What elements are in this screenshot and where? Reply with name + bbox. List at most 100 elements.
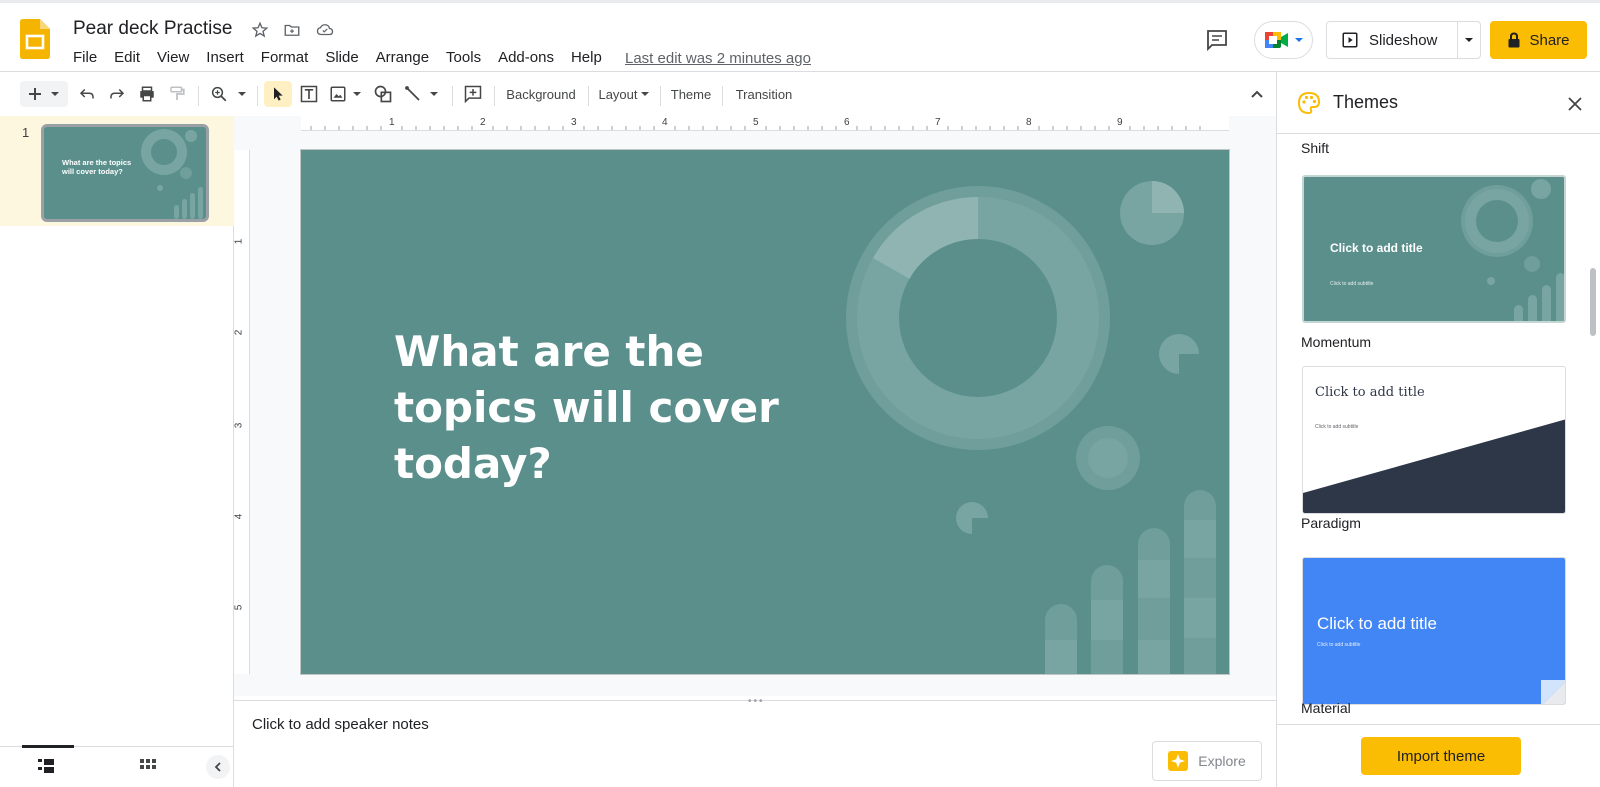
zoom-icon (211, 86, 227, 102)
ruler-label: 2 (480, 117, 486, 128)
vertical-ruler[interactable]: 1 2 3 4 5 (233, 150, 250, 674)
slide-canvas[interactable]: What are the topics will cover today? (301, 150, 1229, 674)
paint-format-icon[interactable] (164, 81, 190, 107)
share-button[interactable]: Share (1490, 21, 1587, 59)
menu-format[interactable]: Format (261, 49, 309, 66)
explore-button[interactable]: Explore (1152, 741, 1262, 781)
theme-card-material[interactable]: Click to add title Click to add subtitle (1302, 557, 1566, 705)
select-tool-icon[interactable] (264, 81, 292, 107)
slide-thumbnail[interactable]: What are the topics will cover today? (41, 124, 209, 222)
collapse-toolbar-icon[interactable] (1245, 81, 1269, 107)
menu-bar: File Edit View Insert Format Slide Arran… (73, 49, 619, 66)
new-slide-button[interactable] (20, 81, 68, 107)
theme-card-momentum[interactable]: Click to add title Click to add subtitle (1302, 175, 1566, 323)
close-icon[interactable] (1568, 97, 1582, 111)
transition-button[interactable]: Transition (728, 81, 800, 107)
toolbar: Background Layout Theme Transition (0, 72, 1276, 116)
filmstrip-slide[interactable]: 1 What are the topics will cover today? (0, 116, 234, 226)
toolbar-divider (257, 86, 258, 106)
menu-slide[interactable]: Slide (325, 49, 358, 66)
theme-card-title: Click to add title (1330, 241, 1423, 255)
theme-card-title: Click to add title (1317, 614, 1437, 633)
theme-card-subtitle: Click to add subtitle (1330, 281, 1374, 287)
layout-button[interactable]: Layout (594, 81, 654, 107)
text-box-icon[interactable] (296, 81, 322, 107)
view-indicator (22, 745, 74, 748)
slideshow-button[interactable]: Slideshow (1326, 21, 1458, 59)
slideshow-options-button[interactable] (1457, 21, 1481, 59)
toolbar-divider (660, 86, 661, 106)
ruler-label: 4 (233, 513, 245, 520)
thumbnail-title: What are the topics will cover today? (62, 158, 132, 176)
menu-edit[interactable]: Edit (114, 49, 140, 66)
theme-button[interactable]: Theme (666, 81, 716, 107)
add-comment-icon[interactable] (460, 81, 486, 107)
horizontal-ruler[interactable]: 1 2 3 4 5 6 7 8 9 (301, 116, 1229, 131)
ruler-label: 1 (233, 238, 245, 245)
speaker-notes[interactable]: ••• Click to add speaker notes Explore (234, 696, 1276, 787)
chevron-down-icon (1294, 38, 1303, 42)
menu-tools[interactable]: Tools (446, 49, 481, 66)
theme-card-paradigm[interactable]: Click to add title Click to add subtitle (1302, 366, 1566, 514)
slideshow-label: Slideshow (1369, 31, 1438, 49)
shape-icon[interactable] (370, 81, 396, 107)
ruler-label: 3 (571, 117, 577, 128)
filmstrip-view-icon[interactable] (38, 759, 54, 778)
menu-view[interactable]: View (157, 49, 189, 66)
slide-title[interactable]: What are the topics will cover today? (394, 324, 834, 492)
chevron-down-icon (238, 92, 246, 96)
chevron-down-icon (353, 92, 361, 96)
toolbar-divider (722, 86, 723, 106)
theme-name: Material (1301, 700, 1351, 716)
menu-insert[interactable]: Insert (206, 49, 244, 66)
menu-addons[interactable]: Add-ons (498, 49, 554, 66)
theme-name: Shift (1301, 140, 1330, 156)
insert-image-button[interactable] (326, 81, 366, 107)
ruler-label: 6 (844, 117, 850, 128)
star-icon[interactable] (249, 19, 271, 41)
chevron-down-icon (51, 92, 59, 96)
ruler-label: 2 (233, 329, 245, 336)
comment-history-icon[interactable] (1204, 28, 1232, 54)
menu-arrange[interactable]: Arrange (376, 49, 429, 66)
chevron-down-icon (430, 92, 438, 96)
explore-icon (1168, 751, 1189, 771)
notes-resize-handle[interactable]: ••• (748, 696, 765, 707)
zoom-button[interactable] (207, 81, 251, 107)
undo-icon[interactable] (74, 81, 100, 107)
theme-name: Paradigm (1301, 515, 1361, 531)
palette-icon (1297, 91, 1321, 115)
menu-file[interactable]: File (73, 49, 97, 66)
menu-help[interactable]: Help (571, 49, 602, 66)
collapse-filmstrip-icon[interactable] (206, 755, 230, 779)
print-icon[interactable] (134, 81, 160, 107)
ruler-label: 9 (1117, 117, 1123, 128)
layout-label: Layout (598, 86, 638, 102)
line-tool-button[interactable] (402, 81, 442, 107)
cloud-saved-icon[interactable] (314, 19, 336, 41)
ruler-label: 5 (233, 604, 245, 611)
ruler-label: 8 (1026, 117, 1032, 128)
filmstrip-footer (0, 745, 234, 787)
toolbar-divider (198, 86, 199, 106)
themes-scrollbar[interactable] (1590, 268, 1596, 336)
last-edit-link[interactable]: Last edit was 2 minutes ago (625, 50, 811, 67)
background-button[interactable]: Background (501, 81, 581, 107)
themes-title: Themes (1333, 92, 1399, 112)
meet-button[interactable] (1254, 21, 1313, 59)
document-title[interactable]: Pear deck Practise (73, 18, 232, 40)
theme-card-title: Click to add title (1315, 385, 1425, 400)
filmstrip: 1 What are the topics will cover today? (0, 116, 234, 746)
speaker-notes-placeholder[interactable]: Click to add speaker notes (252, 716, 429, 733)
image-icon (330, 86, 346, 102)
plus-icon (29, 88, 41, 100)
grid-view-icon[interactable] (140, 759, 156, 778)
present-icon (1342, 32, 1358, 48)
redo-icon[interactable] (104, 81, 130, 107)
move-to-folder-icon[interactable] (281, 19, 303, 41)
title-bar: Pear deck Practise File Edit View Insert… (0, 0, 1600, 72)
import-theme-button[interactable]: Import theme (1361, 737, 1521, 775)
toolbar-divider (588, 86, 589, 106)
ruler-label: 4 (662, 117, 668, 128)
slides-logo-icon[interactable] (20, 19, 50, 59)
